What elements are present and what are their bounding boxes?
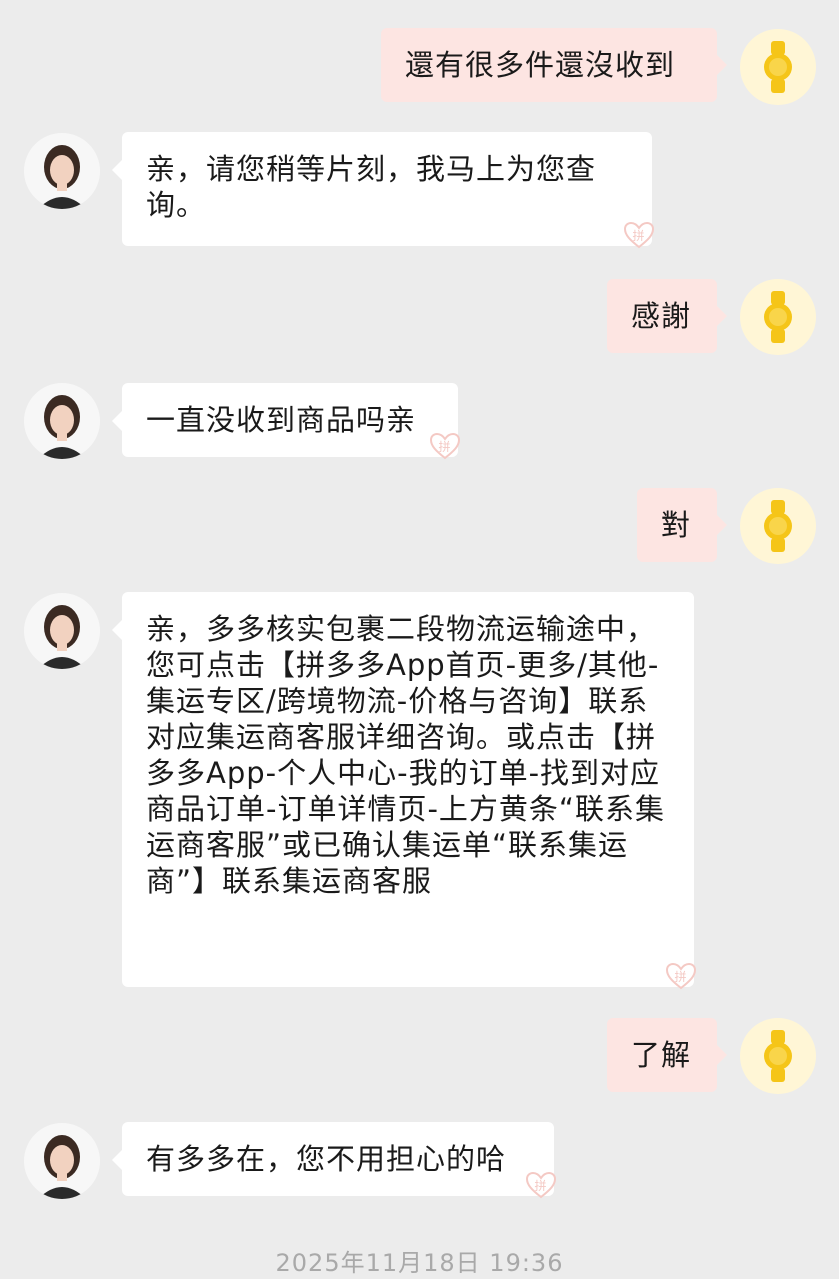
agent-avatar[interactable]	[24, 1123, 100, 1199]
user-avatar[interactable]	[740, 279, 816, 355]
watch-icon	[740, 29, 816, 105]
message-text: 感謝	[631, 299, 692, 333]
outgoing-message-bubble[interactable]: 感謝	[607, 279, 727, 353]
incoming-message-bubble[interactable]: 一直没收到商品吗亲 拼	[112, 383, 461, 460]
outgoing-message-bubble[interactable]: 還有很多件還沒收到	[381, 28, 727, 102]
outgoing-message-bubble[interactable]: 了解	[607, 1018, 727, 1092]
agent-avatar[interactable]	[24, 133, 100, 209]
incoming-message-bubble[interactable]: 有多多在，您不用担心的哈 拼	[112, 1122, 557, 1199]
message-text: 亲，多多核实包裹二段物流运输途中，您可点击【拼多多App首页-更多/其他-集运专…	[146, 612, 665, 898]
watermark-text: 拼	[674, 970, 687, 984]
agent-avatar-photo	[24, 133, 100, 209]
message-text: 對	[661, 508, 692, 542]
user-avatar[interactable]	[740, 1018, 816, 1094]
chat-timestamp: 2025年11月18日 19:36	[275, 1249, 564, 1277]
agent-avatar[interactable]	[24, 383, 100, 459]
watermark-text: 拼	[438, 440, 451, 454]
watch-icon	[740, 279, 816, 355]
message-text: 一直没收到商品吗亲	[146, 403, 417, 437]
agent-avatar-photo	[24, 383, 100, 459]
agent-avatar[interactable]	[24, 593, 100, 669]
pinduoduo-logo-icon: 拼	[524, 1170, 558, 1200]
message-text: 還有很多件還沒收到	[405, 48, 676, 82]
watermark-text: 拼	[534, 1179, 547, 1193]
pinduoduo-logo-icon: 拼	[428, 431, 462, 461]
message-text: 了解	[631, 1038, 692, 1072]
message-text: 有多多在，您不用担心的哈	[146, 1142, 507, 1176]
user-avatar[interactable]	[740, 29, 816, 105]
pinduoduo-logo-icon: 拼	[622, 220, 656, 250]
agent-avatar-photo	[24, 593, 100, 669]
watermark-text: 拼	[632, 229, 645, 243]
outgoing-message-bubble[interactable]: 對	[637, 488, 727, 562]
message-text: 亲，请您稍等片刻，我马上为您查询。	[146, 152, 597, 222]
watch-icon	[740, 1018, 816, 1094]
agent-avatar-photo	[24, 1123, 100, 1199]
incoming-message-bubble[interactable]: 亲，多多核实包裹二段物流运输途中，您可点击【拼多多App首页-更多/其他-集运专…	[112, 592, 697, 990]
incoming-message-bubble[interactable]: 亲，请您稍等片刻，我马上为您查询。 拼	[112, 132, 655, 249]
pinduoduo-logo-icon: 拼	[664, 961, 698, 991]
user-avatar[interactable]	[740, 488, 816, 564]
watch-icon	[740, 488, 816, 564]
